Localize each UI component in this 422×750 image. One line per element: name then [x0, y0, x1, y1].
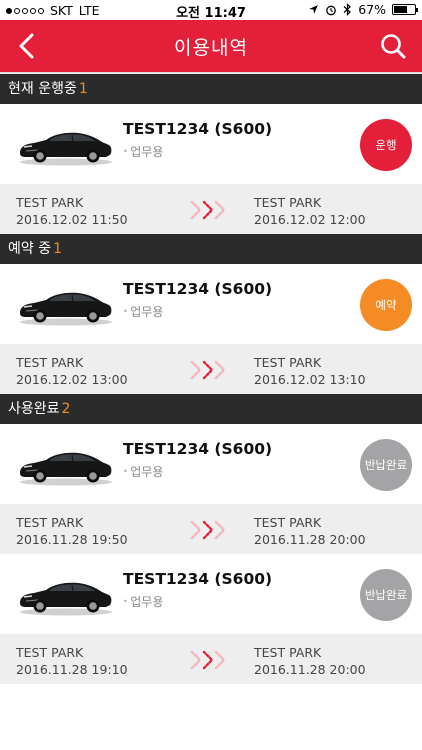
section-title: 예약 중: [8, 241, 52, 257]
car-image: [20, 452, 112, 486]
alarm-icon: [326, 5, 337, 15]
route-info: TEST PARK 2016.11.28 19:50 TEST PARK 201…: [0, 504, 422, 554]
history-item[interactable]: TEST1234 (S600) 업무용 예약 TEST PARK 2016.12…: [0, 264, 422, 394]
car-image: [20, 582, 112, 616]
arrival-place: TEST PARK: [254, 645, 322, 660]
status-badge[interactable]: 운행: [360, 119, 412, 171]
route-info: TEST PARK 2016.11.28 19:10 TEST PARK 201…: [0, 634, 422, 684]
car-name: TEST1234 (S600): [123, 120, 273, 138]
arrival-time: 2016.11.28 20:00: [254, 532, 366, 547]
section-header: 예약 중1: [0, 234, 422, 264]
section-header: 현재 운행중 1: [0, 74, 422, 104]
triple-chevron-right-icon: [190, 200, 226, 220]
departure-place: TEST PARK: [16, 515, 84, 530]
departure-info: TEST PARK 2016.12.02 11:50: [16, 194, 128, 228]
section-header: 사용완료 2: [0, 394, 422, 424]
car-image: [20, 292, 112, 326]
history-item[interactable]: TEST1234 (S600) 업무용 반납완료 TEST PARK 2016.…: [0, 554, 422, 684]
history-item[interactable]: TEST1234 (S600) 업무용 운행 TEST PARK 2016.12…: [0, 104, 422, 234]
arrival-place: TEST PARK: [254, 355, 322, 370]
departure-place: TEST PARK: [16, 355, 84, 370]
departure-time: 2016.11.28 19:50: [16, 532, 128, 547]
triple-chevron-right-icon: [190, 520, 226, 540]
car-image: [20, 132, 112, 166]
car-usage-type: 업무용: [123, 143, 163, 160]
bluetooth-icon: [343, 3, 352, 16]
status-badge[interactable]: 반납완료: [360, 439, 412, 491]
vehicle-card[interactable]: TEST1234 (S600) 업무용 예약: [0, 264, 422, 344]
departure-info: TEST PARK 2016.11.28 19:10: [16, 644, 128, 678]
arrival-time: 2016.12.02 12:00: [254, 212, 366, 227]
arrival-info: TEST PARK 2016.12.02 12:00: [254, 194, 366, 228]
car-name: TEST1234 (S600): [123, 280, 273, 298]
vehicle-card[interactable]: TEST1234 (S600) 업무용 반납완료: [0, 424, 422, 504]
car-name: TEST1234 (S600): [123, 440, 273, 458]
battery-fill: [394, 6, 408, 13]
departure-time: 2016.12.02 11:50: [16, 212, 128, 227]
section-count: 2: [61, 401, 71, 417]
arrival-info: TEST PARK 2016.11.28 20:00: [254, 514, 366, 548]
car-usage-type: 업무용: [123, 463, 163, 480]
section-count: 1: [53, 241, 63, 257]
status-badge[interactable]: 예약: [360, 279, 412, 331]
vehicle-card[interactable]: TEST1234 (S600) 업무용 반납완료: [0, 554, 422, 634]
battery-percent: 67%: [358, 2, 386, 17]
section-count: 1: [78, 81, 88, 97]
usage-history-list: 현재 운행중1 TEST1234 (S600) 업무용 운행 TEST PARK: [0, 74, 422, 684]
departure-time: 2016.11.28 19:10: [16, 662, 128, 677]
status-bar: SKT LTE 오전 11:47 67%: [0, 0, 422, 21]
vehicle-card[interactable]: TEST1234 (S600) 업무용 운행: [0, 104, 422, 184]
car-usage-type: 업무용: [123, 303, 163, 320]
arrival-time: 2016.12.02 13:10: [254, 372, 366, 387]
car-name: TEST1234 (S600): [123, 570, 273, 588]
arrival-info: TEST PARK 2016.12.02 13:10: [254, 354, 366, 388]
battery-icon: [392, 4, 418, 15]
departure-place: TEST PARK: [16, 645, 84, 660]
arrival-time: 2016.11.28 20:00: [254, 662, 366, 677]
arrival-info: TEST PARK 2016.11.28 20:00: [254, 644, 366, 678]
route-info: TEST PARK 2016.12.02 13:00 TEST PARK 201…: [0, 344, 422, 394]
departure-time: 2016.12.02 13:00: [16, 372, 128, 387]
route-info: TEST PARK 2016.12.02 11:50 TEST PARK 201…: [0, 184, 422, 234]
car-usage-type: 업무용: [123, 593, 163, 610]
search-button[interactable]: [376, 29, 410, 63]
arrival-place: TEST PARK: [254, 195, 322, 210]
status-badge[interactable]: 반납완료: [360, 569, 412, 621]
status-right: 67%: [308, 2, 418, 17]
departure-info: TEST PARK 2016.12.02 13:00: [16, 354, 128, 388]
section-title: 현재 운행중: [8, 81, 77, 97]
location-arrow-icon: [309, 5, 319, 14]
triple-chevron-right-icon: [190, 650, 226, 670]
app-header: 이용내역: [0, 20, 422, 72]
history-item[interactable]: TEST1234 (S600) 업무용 반납완료 TEST PARK 2016.…: [0, 424, 422, 554]
departure-info: TEST PARK 2016.11.28 19:50: [16, 514, 128, 548]
arrival-place: TEST PARK: [254, 515, 322, 530]
section-title: 사용완료: [8, 401, 60, 417]
search-icon: [381, 34, 406, 59]
triple-chevron-right-icon: [190, 360, 226, 380]
departure-place: TEST PARK: [16, 195, 84, 210]
page-title: 이용내역: [174, 37, 248, 59]
